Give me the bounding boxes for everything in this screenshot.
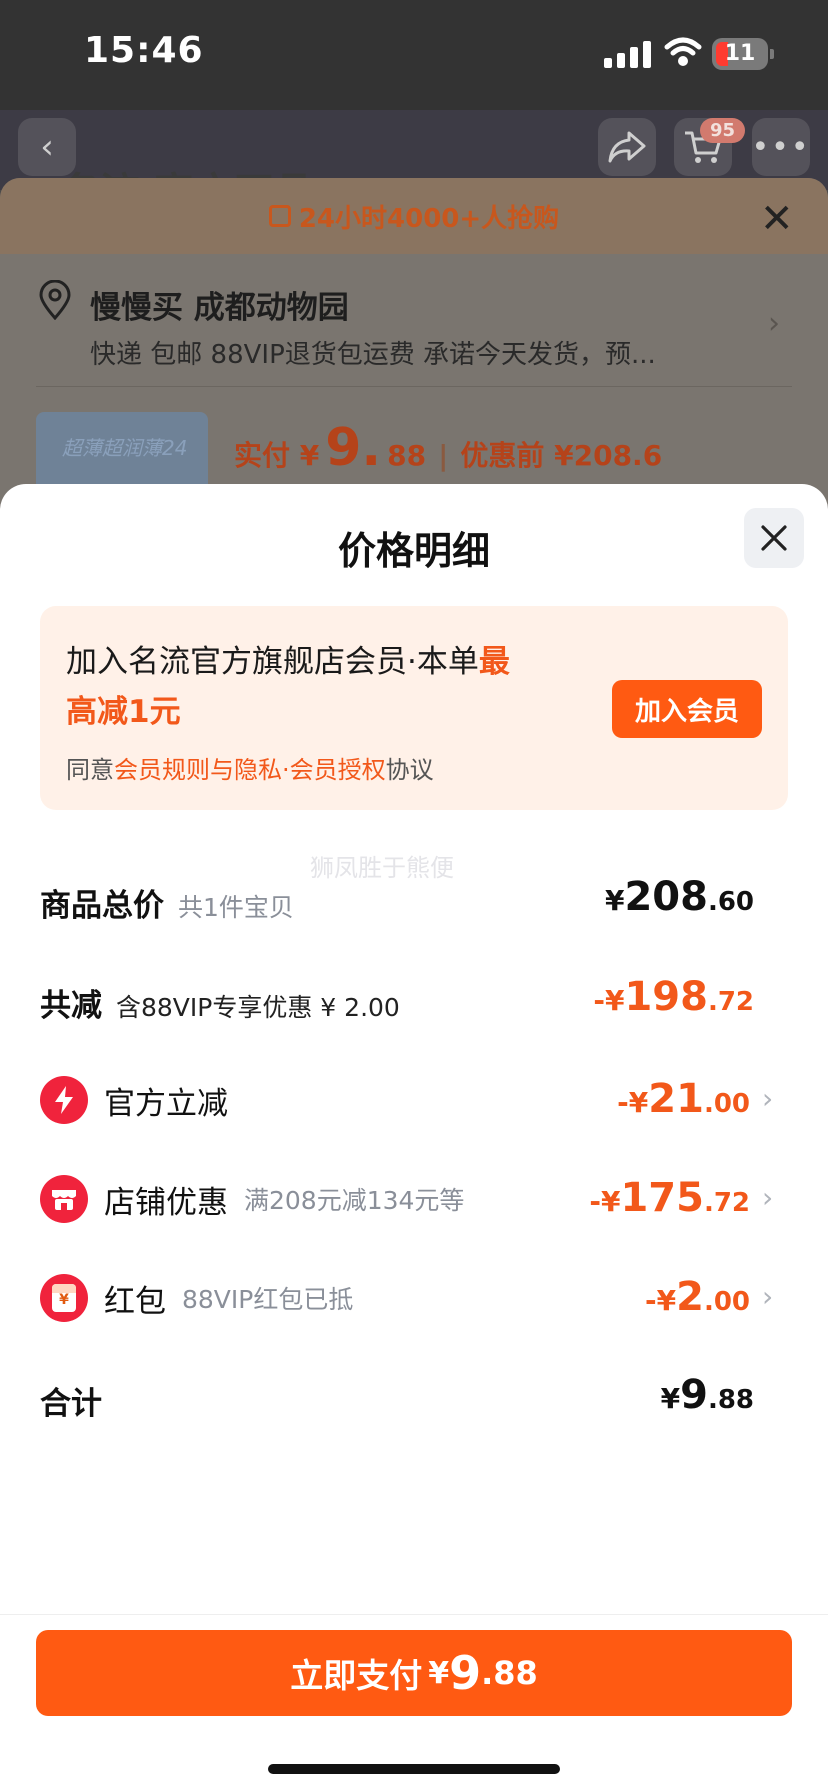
agreement-prefix: 同意 xyxy=(66,756,114,784)
status-time: 15:46 xyxy=(84,30,204,71)
membership-discount: 高减1元 xyxy=(66,694,181,730)
official-label: 官方立减 xyxy=(104,1085,228,1122)
pay-now-button[interactable]: 立即支付 ¥ 9 .88 xyxy=(36,1630,792,1716)
cellular-signal-icon xyxy=(604,40,651,68)
shopping-bag-icon xyxy=(268,205,291,227)
red-packet-glyph: ¥ xyxy=(59,1292,69,1308)
reduce-sub: 含88VIP专享优惠 ¥ 2.00 xyxy=(116,993,400,1022)
amount-int: 175 xyxy=(620,1175,704,1221)
red-packet-amount: -¥2.00 xyxy=(645,1274,750,1320)
currency-symbol: -¥ xyxy=(617,1086,649,1119)
address-name[interactable]: 慢慢买 成都动物园 xyxy=(90,282,349,327)
thumbnail-text: 超薄超润薄24 xyxy=(62,436,188,460)
amount-dec: .60 xyxy=(707,887,754,917)
footer-divider xyxy=(0,1614,828,1615)
wifi-icon xyxy=(664,37,702,66)
close-button[interactable] xyxy=(744,508,804,568)
lightning-icon xyxy=(40,1076,88,1124)
pay-label: 立即支付 xyxy=(290,1656,423,1695)
row-store-discount[interactable]: 店铺优惠 满208元减134元等 xyxy=(40,1175,464,1223)
official-amount: -¥21.00 xyxy=(617,1076,750,1122)
amount-int: 2 xyxy=(676,1274,704,1320)
pay-amount-int: 9 xyxy=(449,1646,482,1700)
share-button[interactable] xyxy=(598,118,656,176)
membership-highlight: 最 xyxy=(478,644,510,680)
reduce-amount: -¥198.72 xyxy=(593,974,754,1020)
battery-icon: 11 xyxy=(712,38,768,70)
amount-int: 9 xyxy=(680,1372,708,1418)
amount-int: 208 xyxy=(624,874,708,920)
amount-dec: .00 xyxy=(703,1089,750,1119)
currency-symbol: ¥ xyxy=(660,1382,681,1415)
chevron-right-icon[interactable]: › xyxy=(762,1082,773,1115)
join-member-button[interactable]: 加入会员 xyxy=(612,680,762,738)
sum-amount: ¥9.88 xyxy=(661,1372,754,1418)
row-official-discount[interactable]: 官方立减 xyxy=(40,1076,228,1124)
currency-symbol: -¥ xyxy=(644,1284,677,1317)
chevron-right-icon[interactable]: › xyxy=(762,1181,773,1214)
red-packet-label: 红包 xyxy=(104,1283,166,1320)
amount-int: 198 xyxy=(624,974,708,1020)
row-total: 商品总价 共1件宝贝 xyxy=(40,880,294,925)
store-label: 店铺优惠 xyxy=(104,1184,228,1221)
background-price-line: 实付 ¥ 9. 88 | 优惠前 ¥208.6 xyxy=(234,418,662,478)
price-dec: 88 xyxy=(387,439,427,472)
battery-tip xyxy=(770,49,774,59)
pay-amount-dec: .88 xyxy=(481,1654,538,1692)
total-label: 商品总价 xyxy=(40,888,164,924)
cart-count-badge: 95 xyxy=(700,118,746,143)
reduce-label: 共减 xyxy=(40,988,102,1024)
chevron-right-icon[interactable]: › xyxy=(762,1280,773,1313)
currency-symbol: -¥ xyxy=(589,1185,621,1218)
address-chevron-icon[interactable]: › xyxy=(768,306,780,341)
price-int: 9. xyxy=(325,418,382,478)
price-label: 实付 ¥ xyxy=(234,439,320,472)
row-reduce: 共减 含88VIP专享优惠 ¥ 2.00 xyxy=(40,980,400,1025)
sheet-title: 价格明细 xyxy=(337,529,490,573)
purchase-banner: 24小时4000+人抢购 xyxy=(0,178,828,254)
share-icon xyxy=(608,131,646,163)
agreement-link[interactable]: 会员规则与隐私·会员授权 xyxy=(114,756,386,784)
divider xyxy=(36,386,792,387)
pay-currency: ¥ xyxy=(428,1655,450,1691)
store-amount: -¥175.72 xyxy=(589,1175,750,1221)
total-sub: 共1件宝贝 xyxy=(178,893,294,922)
amount-dec: .88 xyxy=(707,1385,754,1415)
amount-dec: .72 xyxy=(707,987,754,1017)
watermark-text: 狮凤胜于熊便 xyxy=(310,854,454,882)
more-icon: ••• xyxy=(751,129,811,165)
purchase-banner-text: 24小时4000+人抢购 xyxy=(298,203,560,234)
store-icon xyxy=(40,1175,88,1223)
sku-sheet-close-icon[interactable]: ✕ xyxy=(760,196,794,242)
more-button[interactable]: ••• xyxy=(751,118,811,176)
red-packet-icon: ¥ xyxy=(40,1274,88,1322)
store-sub: 满208元减134元等 xyxy=(244,1186,465,1215)
currency-symbol: ¥ xyxy=(604,884,625,917)
battery-level: 11 xyxy=(724,41,756,66)
price-separator: | xyxy=(438,439,449,472)
delivery-info: 快递 包邮 88VIP退货包运费 承诺今天发货，预... xyxy=(90,340,656,370)
amount-dec: .72 xyxy=(703,1188,750,1218)
amount-dec: .00 xyxy=(703,1287,750,1317)
membership-agreement: 同意会员规则与隐私·会员授权协议 xyxy=(66,750,434,785)
currency-symbol: -¥ xyxy=(593,984,625,1017)
close-icon xyxy=(761,525,787,551)
home-indicator[interactable] xyxy=(268,1764,560,1774)
total-amount: ¥208.60 xyxy=(605,874,754,920)
membership-text: 加入名流官方旗舰店会员·本单 xyxy=(66,644,479,680)
amount-int: 21 xyxy=(648,1076,704,1122)
location-pin-icon xyxy=(39,280,71,320)
agreement-suffix: 协议 xyxy=(385,756,434,784)
red-packet-sub: 88VIP红包已抵 xyxy=(182,1285,354,1314)
membership-text-line1: 加入名流官方旗舰店会员·本单最 xyxy=(66,636,510,681)
sum-label: 合计 xyxy=(40,1386,102,1422)
chevron-left-icon: ‹ xyxy=(40,127,54,167)
price-before: 优惠前 ¥208.6 xyxy=(460,439,663,472)
row-red-packet[interactable]: ¥ 红包 88VIP红包已抵 xyxy=(40,1274,353,1322)
